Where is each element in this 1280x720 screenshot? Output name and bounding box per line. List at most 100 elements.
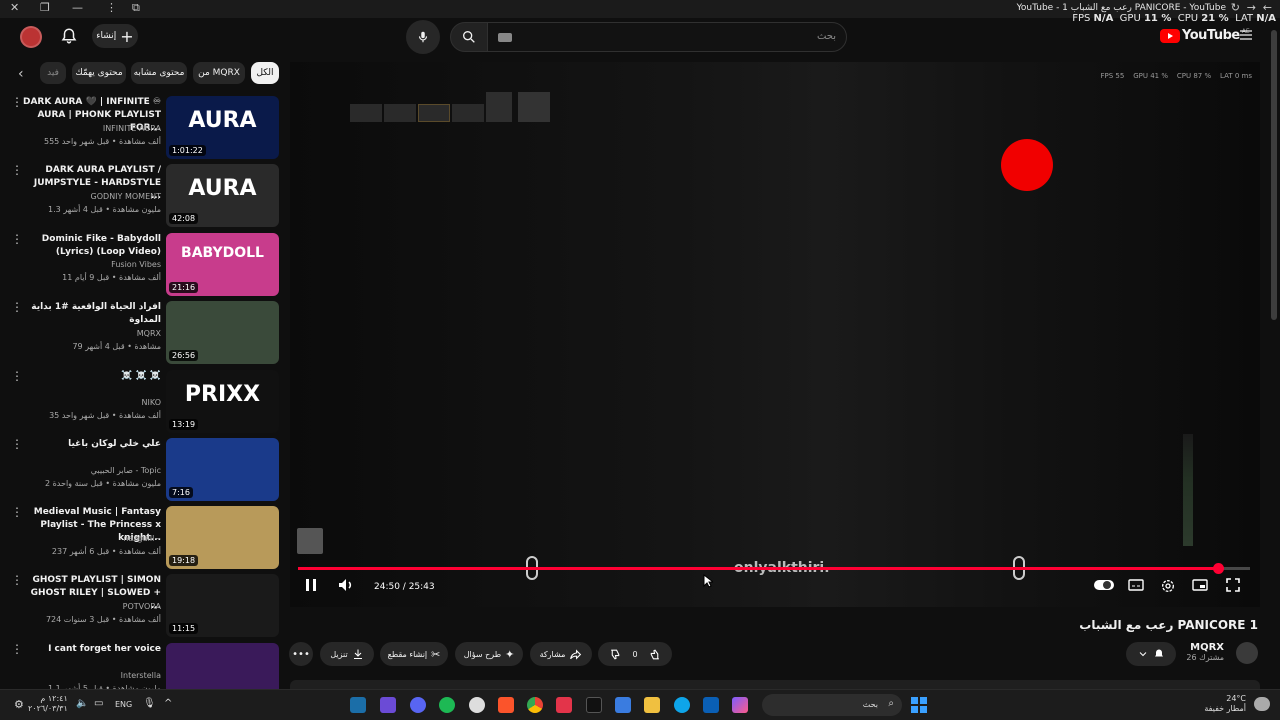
- channel-name[interactable]: nazguill~: [21, 534, 161, 543]
- minimize-icon[interactable]: —: [72, 1, 83, 14]
- restore-icon[interactable]: ❐: [40, 1, 50, 14]
- thumbnail[interactable]: 11:15: [166, 574, 279, 637]
- more-actions-button[interactable]: •••: [289, 642, 313, 666]
- speaker-icon[interactable]: 🔈: [76, 698, 88, 709]
- chip-similar[interactable]: محتوى مشابه: [131, 62, 187, 84]
- extensions-icon[interactable]: ⧉: [132, 1, 140, 15]
- list-item[interactable]: ⋮ Dominic Fike - Babydoll (Lyrics) (Loop…: [0, 233, 285, 299]
- progress-bar[interactable]: [298, 563, 1250, 574]
- miniplayer-icon[interactable]: [1192, 578, 1208, 592]
- more-icon[interactable]: ⋮: [106, 1, 117, 14]
- list-item[interactable]: ⋮ GHOST PLAYLIST | SIMON GHOST RILEY | S…: [0, 574, 285, 640]
- dislike-icon[interactable]: [609, 648, 622, 661]
- youtube-logo[interactable]: YouTube AE: [1160, 28, 1250, 43]
- channel-name[interactable]: MQRX: [21, 329, 161, 338]
- create-button[interactable]: إنشاء +: [92, 24, 138, 48]
- chip-from-channel[interactable]: من MQRX: [193, 62, 245, 84]
- avatar[interactable]: [20, 26, 42, 48]
- chevron-left-icon[interactable]: ‹: [18, 66, 24, 82]
- network-icon[interactable]: ▭: [94, 698, 103, 709]
- close-icon[interactable]: ✕: [10, 1, 19, 14]
- thumbnail[interactable]: AURA 42:08: [166, 164, 279, 227]
- discord-icon[interactable]: [410, 697, 426, 713]
- chip-all[interactable]: الكل: [251, 62, 279, 84]
- outlook-icon[interactable]: [703, 697, 719, 713]
- keyboard-icon[interactable]: [498, 33, 512, 42]
- list-item[interactable]: ⋮ افراد الحياة الواقعية #1 بداية المداوة…: [0, 301, 285, 367]
- description-box[interactable]: [290, 680, 1260, 689]
- channel-name[interactable]: صابر الحبيبي - Topic: [21, 466, 161, 475]
- channel-name[interactable]: Interstella: [21, 671, 161, 680]
- youtube-app-icon[interactable]: [556, 697, 572, 713]
- subscribed-button[interactable]: [1126, 642, 1176, 666]
- chevron-up-icon[interactable]: ^: [164, 698, 172, 709]
- pause-icon[interactable]: [304, 578, 318, 592]
- channel-name[interactable]: Fusion Vibes: [21, 260, 161, 269]
- subtitles-icon[interactable]: [1128, 578, 1144, 592]
- settings-icon[interactable]: [1160, 578, 1176, 594]
- thumbnail[interactable]: 26:56: [166, 301, 279, 364]
- video-hud-bar: [350, 92, 550, 126]
- tiktok-icon[interactable]: [586, 697, 602, 713]
- chip-more[interactable]: فيد: [40, 62, 66, 84]
- thumbnail[interactable]: PRIXX 13:19: [166, 370, 279, 433]
- volume-icon[interactable]: [338, 578, 354, 592]
- weather-widget[interactable]: 24°C أمطار خفيفة: [1204, 694, 1246, 714]
- app-icon[interactable]: [380, 697, 396, 713]
- spotify-icon[interactable]: [439, 697, 455, 713]
- list-item[interactable]: ⋮ DARK AURA PLAYLIST / JUMPSTYLE - HARDS…: [0, 164, 285, 230]
- thumbnail[interactable]: 7:16: [166, 438, 279, 501]
- thumbnail[interactable]: BABYDOLL 21:16: [166, 233, 279, 296]
- list-item[interactable]: ⋮ Medieval Music | Fantasy Playlist - Th…: [0, 506, 285, 572]
- windows-start-icon[interactable]: [911, 697, 927, 713]
- video-title[interactable]: افراد الحياة الواقعية #1 بداية المداوة: [21, 301, 161, 327]
- page-scrollbar[interactable]: [1271, 30, 1277, 320]
- list-item[interactable]: ⋮ DARK AURA 🖤 | INFINITE ♾ AURA | PHONK …: [0, 96, 285, 162]
- menu-icon[interactable]: [1238, 27, 1254, 43]
- list-item[interactable]: ⋮ ☠️ ☠️ ☠️ NIKO 35 ألف مشاهدة • قبل شهر …: [0, 370, 285, 436]
- video-player[interactable]: FPS 55 GPU 41 % CPU 87 % LAT 0 ms onlyal…: [290, 62, 1260, 607]
- thumbnail[interactable]: 19:18: [166, 506, 279, 569]
- steam-icon[interactable]: [350, 697, 366, 713]
- notifications-icon[interactable]: ⚙: [14, 698, 24, 711]
- download-button[interactable]: تنزيل: [320, 642, 374, 666]
- like-icon[interactable]: [648, 648, 661, 661]
- language-indicator[interactable]: ENG: [115, 700, 132, 709]
- channel-name[interactable]: INFINITE AURA: [21, 124, 161, 133]
- video-title[interactable]: Dominic Fike - Babydoll (Lyrics) (Loop V…: [21, 233, 161, 259]
- video-title[interactable]: علي خلي لوكان باغيا: [21, 438, 161, 451]
- channel-name[interactable]: NIKO: [21, 398, 161, 407]
- thumbnail[interactable]: AURA 1:01:22: [166, 96, 279, 159]
- copilot-icon[interactable]: [732, 697, 748, 713]
- clip-button[interactable]: إنشاء مقطع ✂: [380, 642, 448, 666]
- taskbar-search[interactable]: بحث ⌕: [762, 694, 902, 716]
- channel-avatar[interactable]: [1236, 642, 1258, 664]
- store-icon[interactable]: [615, 697, 631, 713]
- bell-icon[interactable]: [60, 27, 78, 45]
- progress-knob[interactable]: [1212, 563, 1224, 574]
- channel-name[interactable]: GODNIY MOMENT: [21, 192, 161, 201]
- chrome-icon[interactable]: [527, 697, 543, 713]
- autoplay-toggle[interactable]: [1094, 578, 1114, 590]
- search-button[interactable]: [450, 22, 488, 52]
- share-button[interactable]: مشاركة: [530, 642, 592, 666]
- channel-name[interactable]: MQRX: [1186, 642, 1224, 653]
- video-title[interactable]: I cant forget her voice: [21, 643, 161, 656]
- plus-icon: +: [120, 26, 134, 46]
- list-item[interactable]: ⋮ علي خلي لوكان باغيا صابر الحبيبي - Top…: [0, 438, 285, 504]
- search-input[interactable]: بحث: [487, 22, 847, 52]
- channel-name[interactable]: POTVORA: [21, 602, 161, 611]
- chip-for-you[interactable]: محتوى يهمّك: [72, 62, 126, 84]
- voice-search-button[interactable]: [406, 20, 440, 54]
- edge-icon[interactable]: [674, 697, 690, 713]
- ask-button[interactable]: طرح سؤال ✦: [455, 642, 523, 666]
- channel-watermark[interactable]: [297, 528, 323, 554]
- settings-app-icon[interactable]: [469, 697, 485, 713]
- clock[interactable]: ١٢:٤١ م ٢٠٢٦/٠٣/٣١: [28, 694, 68, 714]
- video-title[interactable]: ☠️ ☠️ ☠️: [21, 370, 161, 383]
- mic-tray-icon[interactable]: 🎙: [143, 698, 156, 709]
- file-explorer-icon[interactable]: [644, 697, 660, 713]
- fullscreen-icon[interactable]: [1226, 578, 1240, 592]
- thumbnail-text: PRIXX: [184, 382, 261, 407]
- brave-icon[interactable]: [498, 697, 514, 713]
